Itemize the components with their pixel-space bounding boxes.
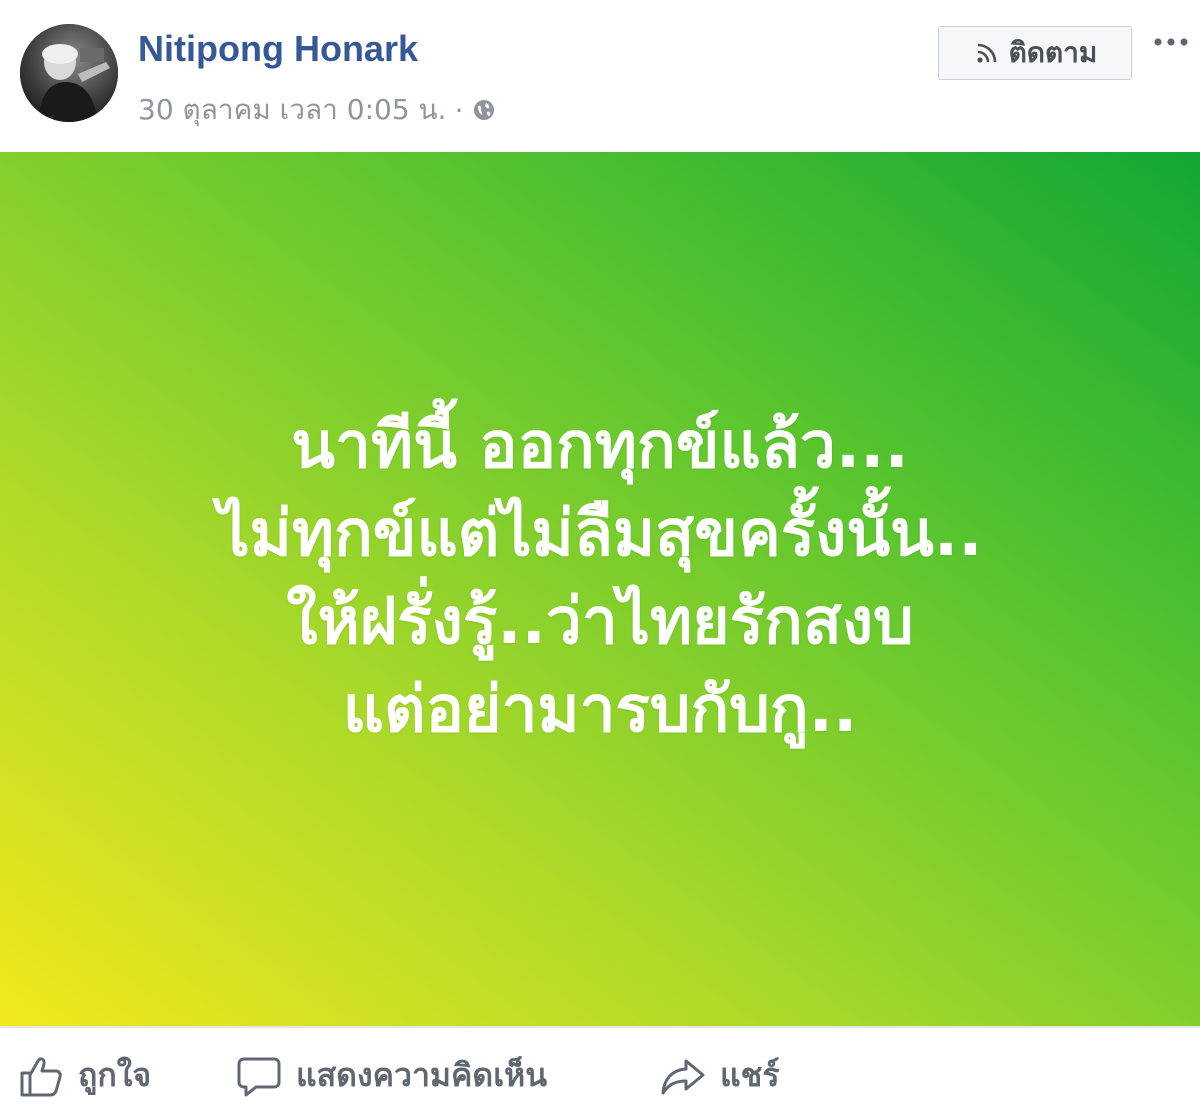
like-label: ถูกใจ [78, 1056, 152, 1094]
follow-button[interactable]: ติดตาม [938, 26, 1132, 80]
post-text: นาทีนี้ ออกทุกข์แล้ว... ไม่ทุกข์แต่ไม่ลื… [217, 402, 982, 754]
post-meta: 30 ตุลาคม เวลา 0:05 น. · [138, 88, 497, 132]
more-dots-icon [1154, 38, 1188, 46]
post-text-line: แต่อย่ามารบกับกู.. [342, 673, 858, 747]
comment-label: แสดงความคิดเห็น [296, 1056, 548, 1094]
globe-icon[interactable] [471, 97, 497, 123]
like-button[interactable]: ถูกใจ [18, 1050, 151, 1101]
post-header: Nitipong Honark 30 ตุลาคม เวลา 0:05 น. ·… [0, 0, 1200, 152]
share-button[interactable]: แชร์ [660, 1050, 780, 1101]
more-options-button[interactable] [1152, 30, 1190, 58]
comment-bubble-icon [237, 1057, 281, 1096]
post-timestamp[interactable]: 30 ตุลาคม เวลา 0:05 น. [138, 88, 447, 132]
post-colored-background[interactable]: นาทีนี้ ออกทุกข์แล้ว... ไม่ทุกข์แต่ไม่ลื… [0, 152, 1200, 1026]
follow-label: ติดตาม [1008, 36, 1098, 69]
post-text-line: นาทีนี้ ออกทุกข์แล้ว... [291, 409, 909, 483]
facebook-post: Nitipong Honark 30 ตุลาคม เวลา 0:05 น. ·… [0, 0, 1200, 1117]
thumbs-up-icon [20, 1056, 62, 1096]
meta-separator: · [454, 93, 464, 127]
post-text-line: ให้ฝรั่งรู้..ว่าไทยรักสงบ [286, 585, 914, 659]
post-text-line: ไม่ทุกข์แต่ไม่ลืมสุขครั้งนั้น.. [217, 497, 983, 571]
share-label: แชร์ [720, 1056, 780, 1094]
comment-button[interactable]: แสดงความคิดเห็น [236, 1050, 547, 1101]
author-avatar[interactable] [20, 24, 118, 122]
avatar-photo [20, 24, 118, 122]
share-arrow-icon [661, 1059, 705, 1094]
post-action-bar: ถูกใจ แสดงความคิดเห็น แชร์ [0, 1026, 1200, 1117]
author-name[interactable]: Nitipong Honark [138, 28, 418, 70]
rss-icon [977, 43, 996, 63]
